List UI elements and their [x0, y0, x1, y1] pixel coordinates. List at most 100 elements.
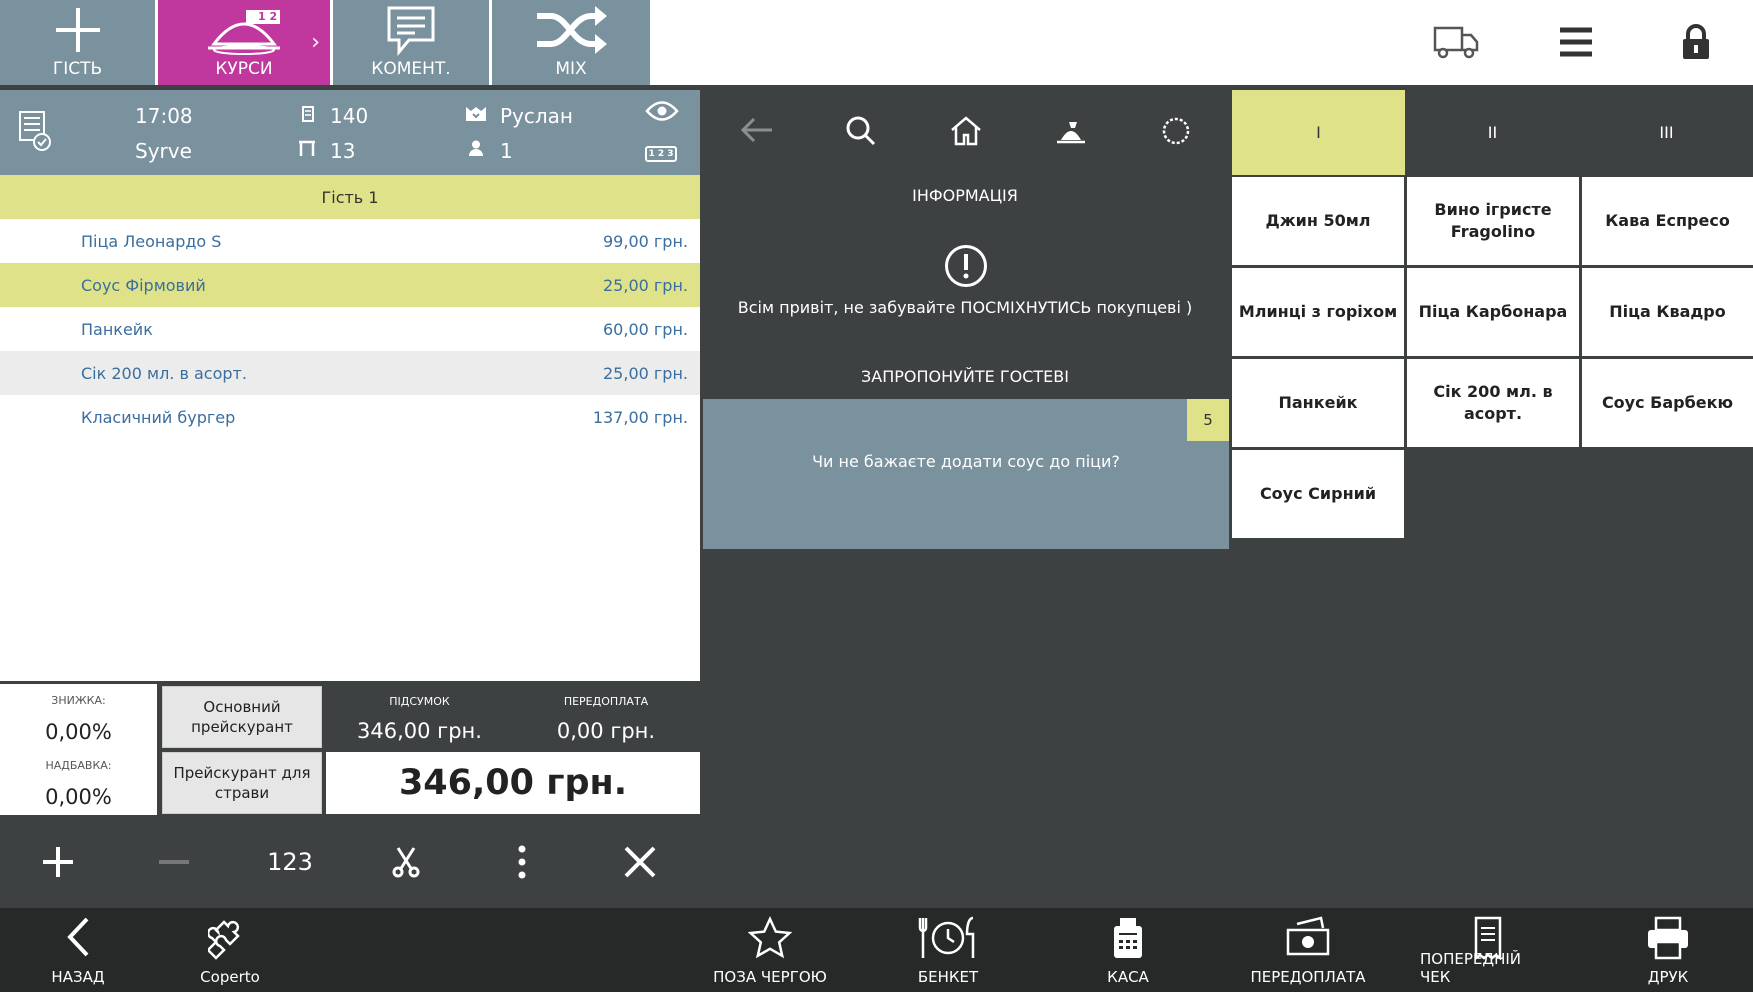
order-item-price: 60,00 грн.: [603, 319, 688, 339]
menu-tile[interactable]: Кава Еспресо: [1582, 177, 1753, 265]
order-item-name: Сік 200 мл. в асорт.: [81, 363, 247, 383]
menu-tile[interactable]: Піца Квадро: [1582, 268, 1753, 356]
restaurant-name: Syrve: [135, 139, 192, 163]
cash-button[interactable]: КАСА: [1080, 908, 1176, 992]
suggestion-text: Чи не бажаєте додати соус до піци?: [812, 452, 1120, 471]
menu-tile[interactable]: Соус Сирний: [1232, 450, 1404, 538]
table-icon: [298, 140, 316, 156]
guest-bar[interactable]: Гість 1: [0, 175, 700, 219]
order-list-check-icon: [18, 110, 52, 152]
minus-icon: [157, 845, 191, 879]
shuffle-icon: [533, 2, 609, 58]
course-tab-3[interactable]: III: [1580, 90, 1753, 175]
menu-tile[interactable]: Панкейк: [1232, 359, 1404, 447]
add-guest-button[interactable]: ГІСТЬ: [0, 0, 155, 85]
order-time: 17:08: [135, 104, 193, 128]
delete-item-button[interactable]: [582, 815, 698, 908]
courses-button[interactable]: 1 2 3 › КУРСИ: [158, 0, 330, 85]
scissors-icon: [390, 846, 422, 878]
order-item-name: Панкейк: [81, 319, 153, 339]
course-tab-1[interactable]: I: [1232, 90, 1405, 175]
menu-tile[interactable]: Джин 50мл: [1232, 177, 1404, 265]
dish-price-list-label: Прейскурант для страви: [173, 764, 311, 802]
receipt-icon: [302, 106, 314, 122]
prepayment-value: 0,00 грн.: [556, 719, 656, 743]
guests-count: 1: [500, 139, 513, 163]
back-label: НАЗАД: [51, 968, 105, 986]
cash-register-icon: [1112, 916, 1144, 960]
surcharge-label: НАДБАВКА:: [45, 759, 112, 772]
comment-button[interactable]: КОМЕНТ.: [333, 0, 489, 85]
discount-label: ЗНИЖКА:: [51, 694, 106, 707]
surcharge-value: 0,00%: [45, 785, 112, 809]
suggest-title: ЗАПРОПОНУЙТЕ ГОСТЕВІ: [861, 367, 1069, 386]
settings-ring-icon[interactable]: [1161, 116, 1191, 146]
waiter-icon: [465, 106, 487, 122]
menu-tile[interactable]: Піца Карбонара: [1407, 268, 1579, 356]
discount-value: 0,00%: [45, 720, 112, 744]
menu-tile[interactable]: Соус Барбекю: [1582, 359, 1753, 447]
banquet-button[interactable]: БЕНКЕТ: [900, 908, 996, 992]
grand-total: 346,00 грн.: [326, 752, 700, 814]
prepayment-bottom-label: ПЕРЕДОПЛАТА: [1250, 968, 1366, 986]
subtotal-label: ПІДСУМОК: [389, 695, 450, 708]
delivery-truck-icon[interactable]: [1432, 22, 1480, 60]
coperto-button[interactable]: Coperto: [180, 908, 280, 992]
out-of-turn-button[interactable]: ПОЗА ЧЕРГОЮ: [708, 908, 832, 992]
order-item-row[interactable]: Панкейк 60,00 грн.: [0, 307, 700, 351]
receipt-icon: [1473, 916, 1503, 960]
dish-price-list-button[interactable]: Прейскурант для страви: [162, 752, 322, 814]
split-button[interactable]: [348, 815, 464, 908]
menu-tile[interactable]: Млинці з горіхом: [1232, 268, 1404, 356]
eye-icon[interactable]: [645, 100, 679, 122]
order-item-row[interactable]: Сік 200 мл. в асорт. 25,00 грн.: [0, 351, 700, 395]
cash-label: КАСА: [1107, 968, 1149, 986]
menu-icon[interactable]: [1560, 26, 1592, 58]
home-icon[interactable]: [950, 116, 982, 146]
guest-bar-label: Гість 1: [321, 187, 379, 207]
quantity-input-button[interactable]: 123: [232, 815, 348, 908]
plus-icon: [50, 2, 106, 58]
more-options-button[interactable]: [464, 815, 580, 908]
search-icon[interactable]: [846, 116, 876, 146]
kitchen-icon[interactable]: [1055, 118, 1087, 146]
order-item-price: 99,00 грн.: [603, 231, 688, 251]
order-item-name: Класичний бургер: [81, 407, 236, 427]
discount-box[interactable]: ЗНИЖКА: 0,00% НАДБАВКА: 0,00%: [0, 684, 157, 815]
close-icon: [623, 845, 657, 879]
order-item-row[interactable]: Піца Леонардо S 99,00 грн.: [0, 219, 700, 263]
comment-label: КОМЕНТ.: [371, 59, 451, 79]
pre-check-button[interactable]: ПОПЕРЕДНІЙ ЧЕК: [1420, 908, 1556, 992]
exclamation-icon: [944, 244, 988, 288]
courses-badge: 1 2 3: [258, 10, 289, 23]
order-item-row[interactable]: Класичний бургер 137,00 грн.: [0, 395, 700, 439]
order-item-row[interactable]: Соус Фірмовий 25,00 грн.: [0, 263, 700, 307]
back-button[interactable]: НАЗАД: [30, 908, 126, 992]
courses-label: КУРСИ: [215, 59, 273, 79]
course-tab-2[interactable]: II: [1406, 90, 1579, 175]
increase-qty-button[interactable]: [0, 815, 116, 908]
prepayment-button[interactable]: ПЕРЕДОПЛАТА: [1240, 908, 1376, 992]
main-price-list-label: Основний прейскурант: [191, 698, 293, 736]
main-price-list-button[interactable]: Основний прейскурант: [162, 686, 322, 748]
info-message: Всім привіт, не забувайте ПОСМІХНУТИСЬ п…: [737, 298, 1193, 317]
suggestion-count-badge: 5: [1187, 399, 1229, 441]
printer-icon: [1646, 916, 1690, 960]
chevron-left-icon: [66, 916, 90, 958]
print-button[interactable]: ДРУК: [1620, 908, 1716, 992]
order-number: 140: [330, 104, 369, 128]
order-items-list: Піца Леонардо S 99,00 грн. Соус Фірмовий…: [0, 219, 700, 681]
decrease-qty-button[interactable]: [116, 815, 232, 908]
chevron-right-icon: ›: [311, 30, 320, 55]
back-arrow-icon[interactable]: [740, 116, 774, 144]
lock-icon[interactable]: [1682, 24, 1710, 60]
banquet-clock-icon: [918, 916, 978, 960]
suggestion-card[interactable]: Чи не бажаєте додати соус до піци? 5: [703, 399, 1229, 549]
coperto-label: Coperto: [200, 968, 260, 986]
menu-tile[interactable]: Сік 200 мл. в асорт.: [1407, 359, 1579, 447]
menu-tile[interactable]: Вино ігристе Fragolino: [1407, 177, 1579, 265]
banquet-label: БЕНКЕТ: [917, 968, 979, 986]
order-action-bar: 123: [0, 815, 700, 908]
money-icon: [1285, 916, 1331, 960]
mix-button[interactable]: MIX: [492, 0, 650, 85]
